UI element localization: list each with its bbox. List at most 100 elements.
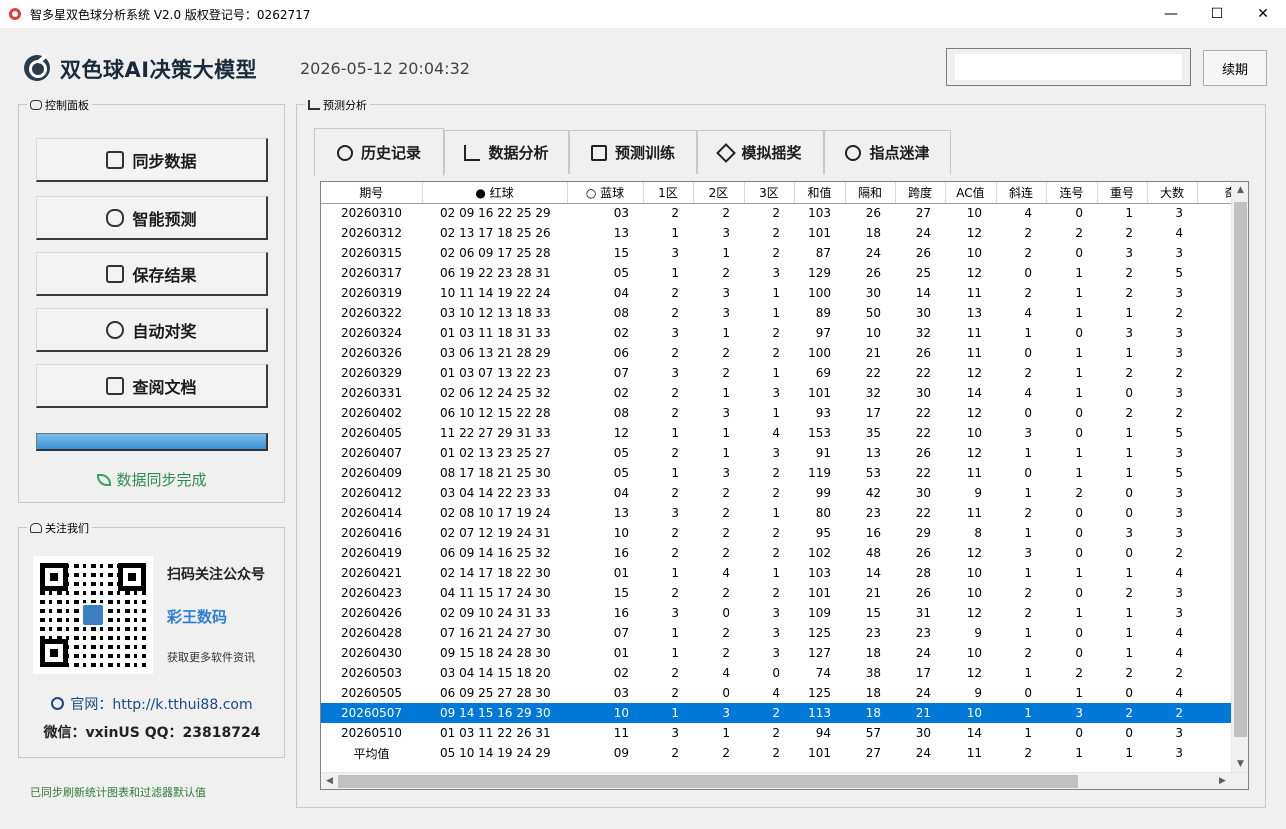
table-cell: 30 [915, 726, 931, 740]
table-row[interactable]: 20260331 02 06 12 24 25 32 02 2 1 3 101 32 30 14 4… [321, 383, 1248, 403]
column-header[interactable]: ● 红球 [422, 182, 568, 204]
table-row[interactable]: 20260315 02 06 09 17 25 28 15 3 1 2 87 24 26 10 2 0… [321, 243, 1248, 263]
minimize-button[interactable]: — [1148, 0, 1194, 28]
table-row[interactable]: 20260319 10 11 14 19 22 24 04 2 3 1 100 30 14 11 2… [321, 283, 1248, 303]
table-cell: 26 [915, 586, 931, 600]
column-header[interactable]: 连号 [1046, 182, 1098, 204]
license-input[interactable] [946, 48, 1191, 86]
table-row[interactable]: 20260312 02 13 17 18 25 26 13 1 3 2 101 18 24 12 2… [321, 223, 1248, 243]
table-row[interactable]: 20260414 02 08 10 17 19 24 13 3 2 1 80 23 22 11 2 0… [321, 503, 1248, 523]
tab-data-analysis[interactable]: 数据分析 [444, 130, 569, 174]
table-cell: 3 [772, 626, 780, 640]
horizontal-scroll-thumb[interactable] [338, 775, 1078, 788]
column-header[interactable]: 重号 [1097, 182, 1148, 204]
table-cell: 2 [1024, 586, 1032, 600]
table-cell: 01 [613, 566, 629, 580]
table-cell: 3 [671, 366, 679, 380]
table-cell: 2 [671, 686, 679, 700]
table-row[interactable]: 20260507 09 14 15 16 29 30 10 1 3 2 113 18 21 10 1… [321, 703, 1248, 723]
table-cell: 18 [865, 686, 881, 700]
sync-data-button[interactable]: 同步数据 [36, 138, 268, 182]
table-row[interactable]: 20260426 02 09 10 24 31 33 16 3 0 3 109 15 31 12 2… [321, 603, 1248, 623]
horizontal-scrollbar[interactable]: ◀ ▶ [321, 772, 1248, 789]
table-cell: 3 [1175, 386, 1183, 400]
table-cell: 02 08 10 17 19 24 [440, 506, 551, 520]
table-row[interactable]: 20260324 01 03 11 18 31 33 02 3 1 2 97 10 32 11 1 0… [321, 323, 1248, 343]
renew-button[interactable]: 续期 [1203, 50, 1267, 86]
column-header[interactable]: 和值 [794, 182, 846, 204]
column-header[interactable]: 隔和 [845, 182, 896, 204]
tab-predict-training[interactable]: 预测训练 [569, 130, 697, 174]
table-cell: 01 03 11 22 26 31 [440, 726, 551, 740]
table-row[interactable]: 20260430 09 15 18 24 28 30 01 1 2 3 127 18 24 10 2… [321, 643, 1248, 663]
table-row[interactable]: 20260317 06 19 22 23 28 31 05 1 2 3 129 26 25 12 0… [321, 263, 1248, 283]
table-row[interactable]: 20260412 03 04 14 22 23 33 04 2 2 2 99 42 30 9 1 2 0… [321, 483, 1248, 503]
save-results-button[interactable]: 保存结果 [36, 252, 268, 296]
table-row[interactable]: 20260326 03 06 13 21 28 29 06 2 2 2 100 21 26 11 0… [321, 343, 1248, 363]
column-header[interactable]: ○ 蓝球 [567, 182, 644, 204]
view-docs-button[interactable]: 查阅文档 [36, 364, 268, 408]
table-row[interactable]: 20260322 03 10 12 13 18 33 08 2 3 1 89 50 30 13 4 1… [321, 303, 1248, 323]
table-row[interactable]: 20260329 01 03 07 13 22 23 07 3 2 1 69 22 22 12 2 1… [321, 363, 1248, 383]
table-cell: 03 04 14 22 23 33 [440, 486, 551, 500]
column-header[interactable]: 3区 [744, 182, 795, 204]
table-row[interactable]: 平均值05 10 14 19 24 290922210127241121133 [321, 743, 1248, 763]
table-row[interactable]: 20260423 04 11 15 17 24 30 15 2 2 2 101 21 26 10 2… [321, 583, 1248, 603]
license-field[interactable] [955, 54, 1182, 80]
history-table[interactable]: 期号● 红球○ 蓝球1区2区3区和值隔和跨度AC值斜连连号重号大数奇数 2026… [320, 181, 1249, 790]
table-row[interactable]: 20260421 02 14 17 18 22 30 01 1 4 1 103 14 28 10 1… [321, 563, 1248, 583]
column-header[interactable]: 1区 [643, 182, 694, 204]
column-header[interactable]: 大数 [1147, 182, 1198, 204]
angle-chart-icon [464, 144, 481, 161]
table-cell: 20260310 [340, 206, 403, 221]
table-row[interactable]: 20260416 02 07 12 19 24 31 10 2 2 2 95 16 29 8 1 0 3… [321, 523, 1248, 543]
table-cell: 05 10 14 19 24 29 [440, 746, 551, 760]
table-row[interactable]: 20260402 06 10 12 15 22 28 08 2 3 1 93 17 22 12 0 0… [321, 403, 1248, 423]
table-row[interactable]: 20260419 06 09 14 16 25 32 16 2 2 2 102 48 26 12 3… [321, 543, 1248, 563]
table-cell: 06 19 22 23 28 31 [440, 266, 551, 280]
vertical-scrollbar[interactable]: ▲ ▼ [1231, 182, 1248, 773]
auto-check-button[interactable]: 自动对奖 [36, 308, 268, 352]
table-cell: 20260319 [340, 286, 403, 300]
table-row[interactable]: 20260405 11 22 27 29 31 33 12 1 1 4 153 35 22 10 3… [321, 423, 1248, 443]
tab-history[interactable]: 历史记录 [314, 128, 444, 176]
table-row[interactable]: 20260407 01 02 13 23 25 27 05 2 1 3 91 13 26 12 1 1… [321, 443, 1248, 463]
table-cell: 12 [966, 366, 982, 380]
follow-us-legend: 关注我们 [27, 520, 92, 536]
table-cell: 2 [671, 486, 679, 500]
column-header[interactable]: 期号 [321, 182, 423, 204]
table-cell: 1 [1024, 726, 1032, 740]
column-header[interactable]: AC值 [945, 182, 997, 204]
table-row[interactable]: 20260409 08 17 18 21 25 30 05 1 3 2 119 53 22 11 0… [321, 463, 1248, 483]
table-row[interactable]: 20260503 03 04 14 15 18 20 02 2 4 0 74 38 17 12 1 2… [321, 663, 1248, 683]
scroll-up-icon[interactable]: ▲ [1232, 182, 1248, 199]
maximize-button[interactable]: ☐ [1194, 0, 1240, 28]
tab-guidance[interactable]: 指点迷津 [824, 130, 951, 174]
table-row[interactable]: 20260310 02 09 16 22 25 29 03 2 2 2 103 26 27 10 4… [321, 203, 1248, 223]
table-cell: 0 [1024, 466, 1032, 480]
table-cell: 2 [722, 546, 730, 560]
table-cell: 1 [1125, 606, 1133, 620]
close-button[interactable]: ✕ [1240, 0, 1286, 28]
table-cell: 1 [1075, 746, 1083, 760]
table-row[interactable]: 20260510 01 03 11 22 26 31 11 3 1 2 94 57 30 14 1 0… [321, 723, 1248, 743]
table-cell: 10 [613, 526, 629, 540]
scroll-left-icon[interactable]: ◀ [321, 773, 338, 789]
table-cell: 03 06 13 21 28 29 [440, 346, 551, 360]
vertical-scroll-thumb[interactable] [1234, 202, 1247, 737]
table-cell: 26 [915, 246, 931, 260]
table-cell: 2 [722, 746, 730, 760]
table-cell: 12 [966, 606, 982, 620]
website-link[interactable]: 官网：http://k.tthui88.com [19, 694, 285, 714]
table-cell: 74 [815, 666, 831, 680]
table-row[interactable]: 20260428 07 16 21 24 27 30 07 1 2 3 125 23 23 9 1 0… [321, 623, 1248, 643]
scroll-right-icon[interactable]: ▶ [1214, 773, 1231, 789]
table-row[interactable]: 20260505 06 09 25 27 28 30 03 2 0 4 125 18 24 9 0 1… [321, 683, 1248, 703]
column-header[interactable]: 2区 [693, 182, 745, 204]
smart-predict-button[interactable]: 智能预测 [36, 196, 268, 240]
column-header[interactable]: 跨度 [895, 182, 946, 204]
table-cell: 08 17 18 21 25 30 [440, 466, 551, 480]
scroll-down-icon[interactable]: ▼ [1232, 756, 1248, 773]
tab-simulate-draw[interactable]: 模拟摇奖 [697, 130, 824, 174]
column-header[interactable]: 斜连 [996, 182, 1047, 204]
